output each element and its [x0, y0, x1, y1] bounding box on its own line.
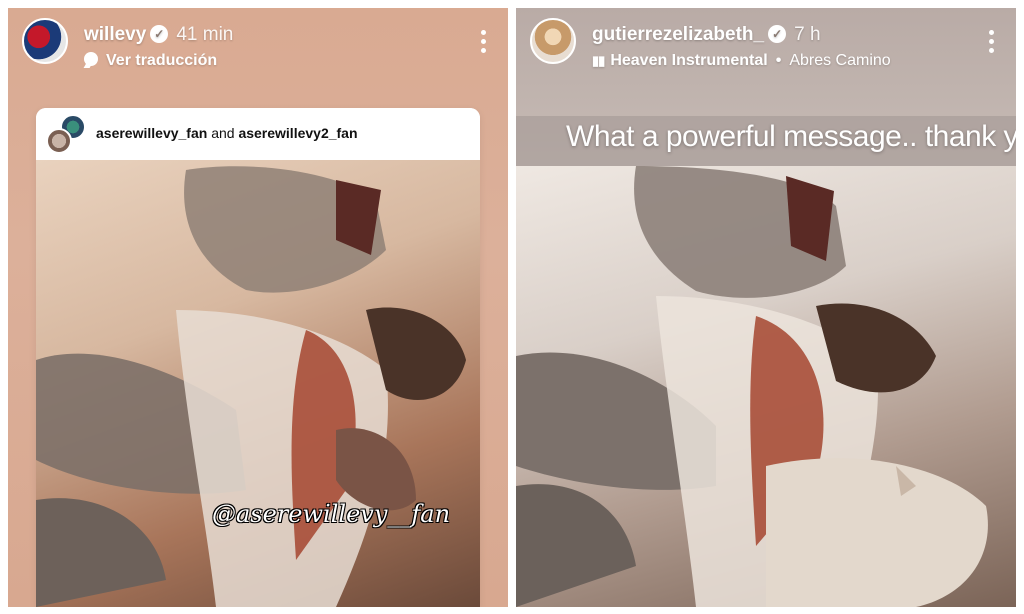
artist-name: Abres Camino: [789, 52, 891, 69]
shared-post-header: aserewillevy_fan and aserewillevy2_fan: [36, 108, 480, 160]
post-time: 41 min: [176, 24, 234, 45]
story-caption: What a powerful message.. thank you: [566, 120, 1016, 153]
username[interactable]: gutierrezelizabeth_: [592, 24, 764, 45]
song-title: Heaven Instrumental: [610, 52, 768, 69]
separator: •: [775, 52, 782, 69]
verified-badge-icon: ✓: [150, 25, 169, 43]
avatar: [46, 128, 72, 154]
avatar[interactable]: [530, 18, 576, 64]
shared-post-image: @aserewillevy__fan: [36, 160, 480, 607]
avatar[interactable]: [22, 18, 68, 64]
translate-link[interactable]: Ver traducción: [84, 52, 217, 70]
story-header: gutierrezelizabeth_ ✓ 7 h ▮▮ Heaven Instrum…: [530, 18, 1006, 70]
music-bars-icon: ▮▮: [592, 53, 605, 68]
shared-post-joiner: and: [211, 125, 235, 141]
shared-post-avatars: [46, 114, 86, 154]
image-watermark: @aserewillevy__fan: [212, 500, 451, 528]
post-time: 7 h: [794, 24, 821, 45]
shared-post-user2: aserewillevy2_fan: [238, 125, 358, 141]
translate-label: Ver traducción: [106, 52, 218, 69]
music-info[interactable]: ▮▮ Heaven Instrumental • Abres Camino: [592, 52, 891, 70]
verified-badge-icon: ✓: [768, 25, 787, 43]
shared-post-title[interactable]: aserewillevy_fan and aserewillevy2_fan: [96, 125, 358, 141]
story-header: willevy ✓ 41 min Ver traducción: [22, 18, 498, 70]
more-vertical-icon[interactable]: [984, 30, 998, 56]
story-image: [516, 166, 1016, 607]
username[interactable]: willevy: [84, 24, 146, 45]
artwork-illustration: [516, 166, 988, 607]
more-vertical-icon[interactable]: [476, 30, 490, 56]
shared-post-user1: aserewillevy_fan: [96, 125, 208, 141]
translate-bubble-icon: [84, 52, 98, 66]
shared-post-card[interactable]: aserewillevy_fan and aserewillevy2_fan @…: [36, 108, 480, 607]
story-panel-right[interactable]: What a powerful message.. thank you guti…: [516, 8, 1016, 607]
story-panel-left[interactable]: willevy ✓ 41 min Ver traducción aserewille…: [8, 8, 508, 607]
artwork-illustration: [36, 166, 466, 607]
story-username-row: willevy ✓ 41 min: [84, 24, 233, 46]
story-username-row: gutierrezelizabeth_ ✓ 7 h: [592, 24, 821, 46]
